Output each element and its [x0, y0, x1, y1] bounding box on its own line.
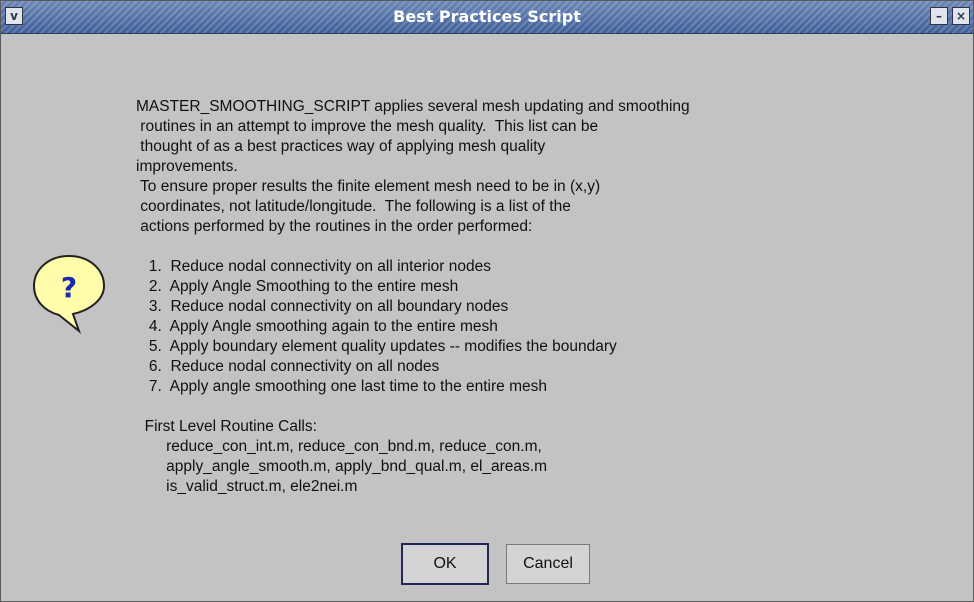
- window-title: Best Practices Script: [393, 7, 581, 26]
- message-line: apply_angle_smooth.m, apply_bnd_qual.m, …: [136, 458, 547, 475]
- message-line: reduce_con_int.m, reduce_con_bnd.m, redu…: [136, 438, 542, 455]
- message-line: actions performed by the routines in the…: [136, 218, 533, 235]
- cancel-button[interactable]: Cancel: [506, 544, 590, 584]
- message-line: 4. Apply Angle smoothing again to the en…: [136, 318, 498, 335]
- message-line: [136, 397, 876, 417]
- message-line: [136, 237, 876, 257]
- message-line: 5. Apply boundary element quality update…: [136, 338, 617, 355]
- message-line: To ensure proper results the finite elem…: [136, 178, 601, 195]
- message-line: 1. Reduce nodal connectivity on all inte…: [136, 258, 491, 275]
- message-text: MASTER_SMOOTHING_SCRIPT applies several …: [136, 97, 876, 497]
- minimize-button[interactable]: –: [930, 7, 948, 25]
- message-line: 7. Apply angle smoothing one last time t…: [136, 378, 547, 395]
- title-bar[interactable]: v Best Practices Script – ×: [1, 1, 973, 34]
- question-glyph: ?: [61, 271, 77, 304]
- close-button[interactable]: ×: [952, 7, 970, 25]
- message-line: improvements.: [136, 158, 238, 175]
- question-icon: ?: [32, 254, 106, 334]
- dialog-window: v Best Practices Script – × ? MASTER_SMO…: [0, 0, 974, 602]
- message-line: routines in an attempt to improve the me…: [136, 118, 599, 135]
- ok-button[interactable]: OK: [401, 543, 489, 585]
- message-line: 2. Apply Angle Smoothing to the entire m…: [136, 278, 459, 295]
- message-line: coordinates, not latitude/longitude. The…: [136, 198, 571, 215]
- message-line: thought of as a best practices way of ap…: [136, 138, 546, 155]
- close-icon: ×: [955, 9, 967, 23]
- message-line: 3. Reduce nodal connectivity on all boun…: [136, 298, 509, 315]
- minimize-icon: –: [936, 9, 942, 23]
- message-line: First Level Routine Calls:: [136, 418, 317, 435]
- message-line: MASTER_SMOOTHING_SCRIPT applies several …: [136, 98, 690, 115]
- message-line: is_valid_struct.m, ele2nei.m: [136, 478, 358, 495]
- message-line: 6. Reduce nodal connectivity on all node…: [136, 358, 440, 375]
